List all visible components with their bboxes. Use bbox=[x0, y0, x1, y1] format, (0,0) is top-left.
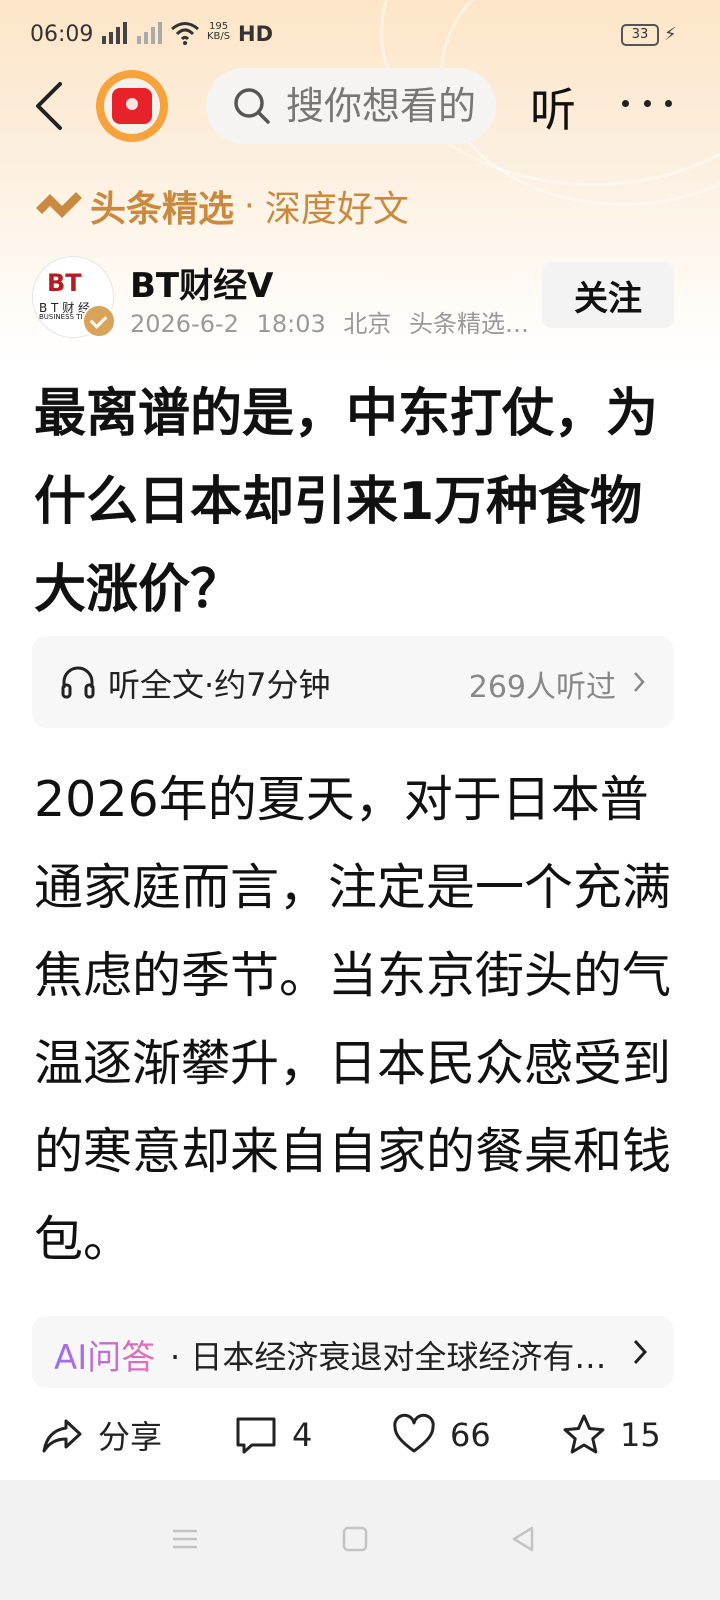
chevron-right-icon bbox=[633, 1339, 648, 1365]
share-icon bbox=[42, 1419, 82, 1453]
publish-time: 18:03 bbox=[256, 310, 326, 338]
share-label: 分享 bbox=[98, 1418, 163, 1456]
like-count: 66 bbox=[450, 1416, 491, 1454]
home-icon[interactable] bbox=[340, 1524, 370, 1554]
signal-icons bbox=[102, 22, 162, 44]
comment-button[interactable]: 4 bbox=[234, 1410, 312, 1460]
favorite-count: 15 bbox=[620, 1416, 661, 1454]
battery-icon: 33 bbox=[621, 24, 659, 46]
ai-qa-badge: AI问答 bbox=[54, 1330, 155, 1379]
banner-brand: 头条精选 bbox=[90, 189, 235, 230]
search-input[interactable] bbox=[286, 68, 486, 144]
red-packet-icon[interactable] bbox=[96, 70, 168, 142]
author-tag: 头条精选作者 bbox=[409, 310, 530, 338]
listen-label: 听全文·约7分钟 bbox=[108, 666, 331, 704]
comment-count: 4 bbox=[292, 1416, 313, 1454]
more-icon[interactable] bbox=[622, 100, 672, 110]
avatar-logo-text: BT bbox=[47, 269, 82, 297]
banner-subtitle: 深度好文 bbox=[264, 189, 409, 230]
signal-bars-secondary-icon bbox=[137, 22, 162, 44]
article-page: 06:09 195 KB/S HD 33 ⚡ 搜你想看的 听 头条精选 · 深度… bbox=[0, 0, 720, 1600]
chevron-right-icon bbox=[634, 672, 645, 692]
publish-location: 北京 bbox=[343, 310, 392, 338]
feature-banner: 头条精选 · 深度好文 bbox=[32, 178, 409, 234]
listen-count: 269人听过 bbox=[468, 670, 616, 705]
search-icon bbox=[234, 88, 270, 124]
author-meta: 2026-6-2 18:03 北京 头条精选作者 bbox=[130, 304, 530, 339]
ai-question: · 日本经济衰退对全球经济有何影响？ bbox=[170, 1338, 610, 1376]
listen-button[interactable]: 听 bbox=[530, 74, 576, 140]
toutiao-select-logo-icon bbox=[36, 192, 82, 218]
publish-date: 2026-6-2 bbox=[130, 310, 239, 338]
status-time: 06:09 bbox=[30, 22, 94, 47]
action-bar: 分享 4 66 15 bbox=[0, 1396, 720, 1480]
back-triangle-icon[interactable] bbox=[508, 1524, 538, 1554]
wifi-icon bbox=[171, 22, 199, 45]
system-navigation-bar bbox=[0, 1480, 720, 1600]
status-bar: 06:09 195 KB/S HD 33 ⚡ bbox=[0, 0, 720, 70]
red-packet-inner bbox=[104, 78, 160, 134]
share-button[interactable]: 分享 bbox=[40, 1410, 162, 1460]
banner-separator: · bbox=[244, 186, 255, 226]
star-icon bbox=[563, 1414, 605, 1454]
favorite-button[interactable]: 15 bbox=[562, 1410, 661, 1460]
like-button[interactable]: 66 bbox=[392, 1410, 491, 1460]
listen-full-text-bar[interactable]: 听全文·约7分钟 269人听过 bbox=[32, 636, 674, 728]
network-speed: 195 KB/S bbox=[207, 22, 230, 42]
headphone-icon bbox=[61, 666, 95, 699]
article-body: 2026年的夏天，对于日本普通家庭而言，注定是一个充满焦虑的季节。当东京街头的气… bbox=[34, 771, 672, 1268]
author-name[interactable]: BT财经V bbox=[130, 258, 273, 307]
speed-unit: KB/S bbox=[207, 31, 231, 42]
back-icon[interactable] bbox=[30, 78, 70, 134]
verified-badge-icon bbox=[82, 304, 116, 338]
follow-button[interactable]: 关注 bbox=[542, 262, 674, 328]
article-title: 最离谱的是，中东打仗，为什么日本却引来1万种食物大涨价？ bbox=[34, 384, 659, 620]
hd-indicator: HD bbox=[238, 22, 274, 46]
signal-bars-icon bbox=[102, 22, 127, 44]
charging-icon: ⚡ bbox=[664, 24, 677, 45]
search-box[interactable] bbox=[206, 68, 496, 144]
menu-icon[interactable] bbox=[170, 1524, 200, 1554]
ai-qa-bar[interactable]: AI问答 · 日本经济衰退对全球经济有何影响？ bbox=[32, 1316, 674, 1388]
heart-icon bbox=[393, 1413, 435, 1453]
red-packet-box bbox=[112, 88, 152, 124]
comment-icon bbox=[236, 1417, 276, 1454]
